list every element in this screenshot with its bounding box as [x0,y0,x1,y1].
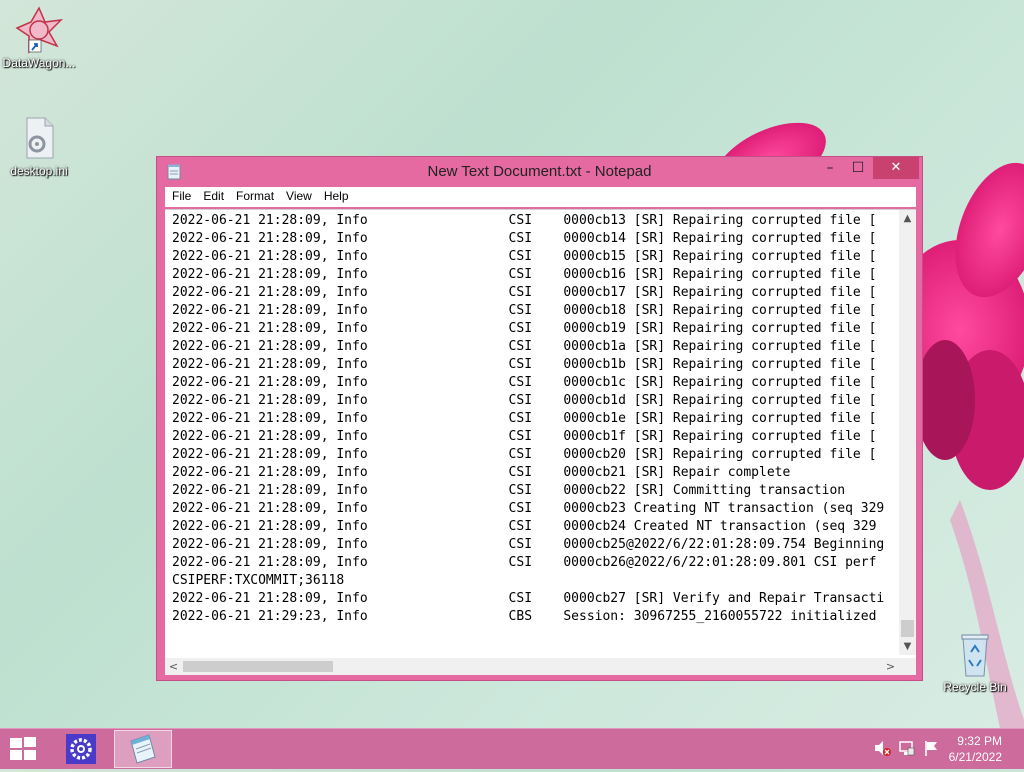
menu-view[interactable]: View [279,187,317,203]
desktop-icon-label: DataWagon... [2,56,76,70]
text-line[interactable]: 2022-06-21 21:28:09, Info CSI 0000cb20 [… [172,446,894,464]
system-clock[interactable]: 9:32 PM 6/21/2022 [949,733,1002,765]
scroll-up-arrow[interactable]: ▲ [899,210,916,227]
minimize-button[interactable]: – [817,157,843,179]
horizontal-scrollbar[interactable]: < > [165,658,899,675]
desktop-icon-datawagon[interactable]: DataWagon... [0,6,78,70]
text-line[interactable]: 2022-06-21 21:28:09, Info CSI 0000cb21 [… [172,464,894,482]
vertical-scrollbar[interactable]: ▲ ▼ [899,210,916,655]
window-title: New Text Document.txt - Notepad [427,163,652,180]
text-line[interactable]: 2022-06-21 21:28:09, Info CSI 0000cb22 [… [172,482,894,500]
text-line[interactable]: 2022-06-21 21:28:09, Info CSI 0000cb1a [… [172,338,894,356]
text-line[interactable]: 2022-06-21 21:28:09, Info CSI 0000cb25@2… [172,536,894,554]
notepad-window[interactable]: New Text Document.txt - Notepad – ☐ ✕ Fi… [156,156,923,681]
scrollbar-corner [899,658,916,675]
desktop-icon-recycle-bin[interactable]: Recycle Bin [936,630,1014,694]
text-line[interactable]: 2022-06-21 21:28:09, Info CSI 0000cb18 [… [172,302,894,320]
text-line[interactable]: 2022-06-21 21:28:09, Info CSI 0000cb16 [… [172,266,894,284]
menu-file[interactable]: File [165,187,196,203]
text-line[interactable]: 2022-06-21 21:28:09, Info CSI 0000cb19 [… [172,320,894,338]
taskbar-notepad[interactable] [114,730,172,768]
clock-time: 9:32 PM [957,734,1002,748]
horizontal-scroll-thumb[interactable] [183,661,333,672]
menu-bar: File Edit Format View Help [165,187,916,207]
desktop-icon-label: Recycle Bin [943,680,1007,694]
notepad-icon [130,734,156,764]
text-line[interactable]: 2022-06-21 21:28:09, Info CSI 0000cb1f [… [172,428,894,446]
action-center-flag-icon[interactable] [922,739,940,757]
scroll-down-arrow[interactable]: ▼ [899,638,916,655]
datawagon-shortcut-icon [15,6,64,54]
desktop-icon-label: desktop.ini [10,164,68,178]
text-line[interactable]: 2022-06-21 21:28:09, Info CSI 0000cb24 C… [172,518,894,536]
text-line[interactable]: 2022-06-21 21:28:09, Info CSI 0000cb1d [… [172,392,894,410]
menu-help[interactable]: Help [317,187,354,203]
text-line[interactable]: 2022-06-21 21:28:09, Info CSI 0000cb17 [… [172,284,894,302]
text-line[interactable]: 2022-06-21 21:28:09, Info CSI 0000cb14 [… [172,230,894,248]
text-line[interactable]: 2022-06-21 21:28:09, Info CSI 0000cb13 [… [172,212,894,230]
desktop-icon-desktop-ini[interactable]: desktop.ini [0,114,78,178]
taskbar-settings[interactable] [52,730,110,768]
volume-muted-icon[interactable] [872,739,892,757]
network-icon[interactable] [898,739,916,757]
menu-edit[interactable]: Edit [196,187,229,203]
maximize-button[interactable]: ☐ [845,157,871,179]
menu-format[interactable]: Format [229,187,279,203]
vertical-scroll-thumb[interactable] [901,620,914,637]
start-button[interactable] [8,737,38,761]
text-line[interactable]: 2022-06-21 21:28:09, Info CSI 0000cb26@2… [172,554,894,572]
text-line[interactable]: 2022-06-21 21:28:09, Info CSI 0000cb27 [… [172,590,894,608]
recycle-bin-icon [951,630,999,678]
close-button[interactable]: ✕ [873,157,919,179]
title-bar[interactable]: New Text Document.txt - Notepad – ☐ ✕ [157,157,922,187]
text-line[interactable]: 2022-06-21 21:28:09, Info CSI 0000cb15 [… [172,248,894,266]
text-editor[interactable]: 2022-06-21 21:28:09, Info CSI 0000cb13 [… [165,209,916,675]
text-content[interactable]: 2022-06-21 21:28:09, Info CSI 0000cb13 [… [172,212,894,655]
text-line[interactable]: 2022-06-21 21:29:23, Info CBS Session: 3… [172,608,894,626]
scroll-left-arrow[interactable]: < [165,658,182,675]
text-line[interactable]: CSIPERF:TXCOMMIT;36118 [172,572,894,590]
text-line[interactable]: 2022-06-21 21:28:09, Info CSI 0000cb23 C… [172,500,894,518]
gear-icon [66,734,96,764]
text-line[interactable]: 2022-06-21 21:28:09, Info CSI 0000cb1e [… [172,410,894,428]
taskbar: 9:32 PM 6/21/2022 [0,728,1024,769]
text-line[interactable]: 2022-06-21 21:28:09, Info CSI 0000cb1c [… [172,374,894,392]
clock-date: 6/21/2022 [948,750,1002,764]
config-file-icon [15,114,63,162]
text-line[interactable]: 2022-06-21 21:28:09, Info CSI 0000cb1b [… [172,356,894,374]
scroll-right-arrow[interactable]: > [882,658,899,675]
